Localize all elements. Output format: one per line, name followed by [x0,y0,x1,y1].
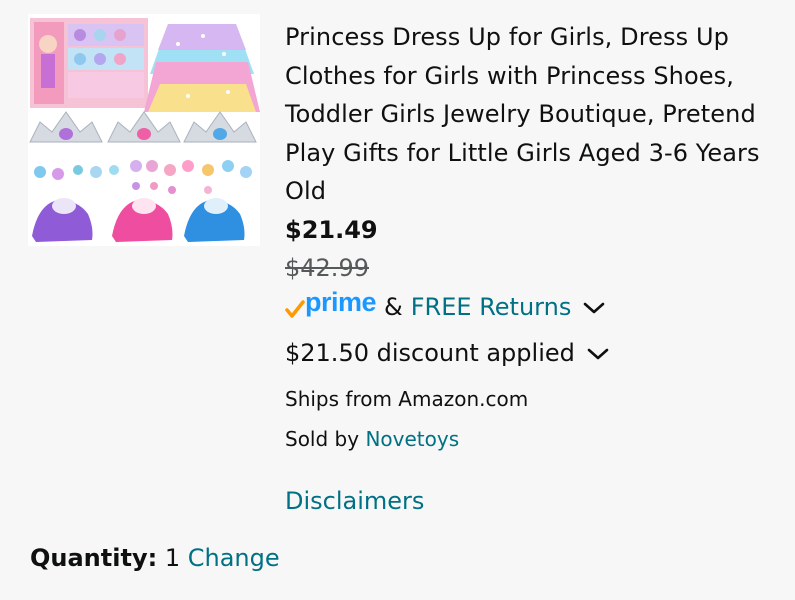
ships-from: Ships from Amazon.com [285,386,529,411]
sold-by-label: Sold by [285,426,360,451]
product-title[interactable]: Princess Dress Up for Girls, Dress Up Cl… [285,18,775,211]
prime-check-icon [285,300,305,318]
disclaimers-link[interactable]: Disclaimers [285,484,775,518]
quantity-value: 1 [164,544,181,572]
chevron-down-icon[interactable] [583,293,605,321]
quantity-change-link[interactable]: Change [188,544,280,572]
prime-returns-row[interactable]: prime & FREE Returns [285,287,775,327]
quantity-row: Quantity: 1 Change [30,540,280,576]
seller-link[interactable]: Novetoys [365,427,459,451]
discount-row[interactable]: $21.50 discount applied [285,327,775,379]
sold-by: Sold by Novetoys [285,419,775,459]
product-photo [29,18,260,242]
ampersand: & [384,292,403,321]
prime-logo: prime [285,289,377,320]
free-returns-link[interactable]: FREE Returns [411,293,572,321]
list-price: $42.99 [285,253,369,282]
sale-price: $21.49 [285,215,378,244]
discount-text: $21.50 discount applied [285,338,575,367]
product-image[interactable] [28,14,260,246]
chevron-down-icon[interactable] [587,339,609,367]
prime-label: prime [305,287,377,317]
product-details: Princess Dress Up for Girls, Dress Up Cl… [285,18,775,518]
quantity-label: Quantity: [30,544,158,572]
